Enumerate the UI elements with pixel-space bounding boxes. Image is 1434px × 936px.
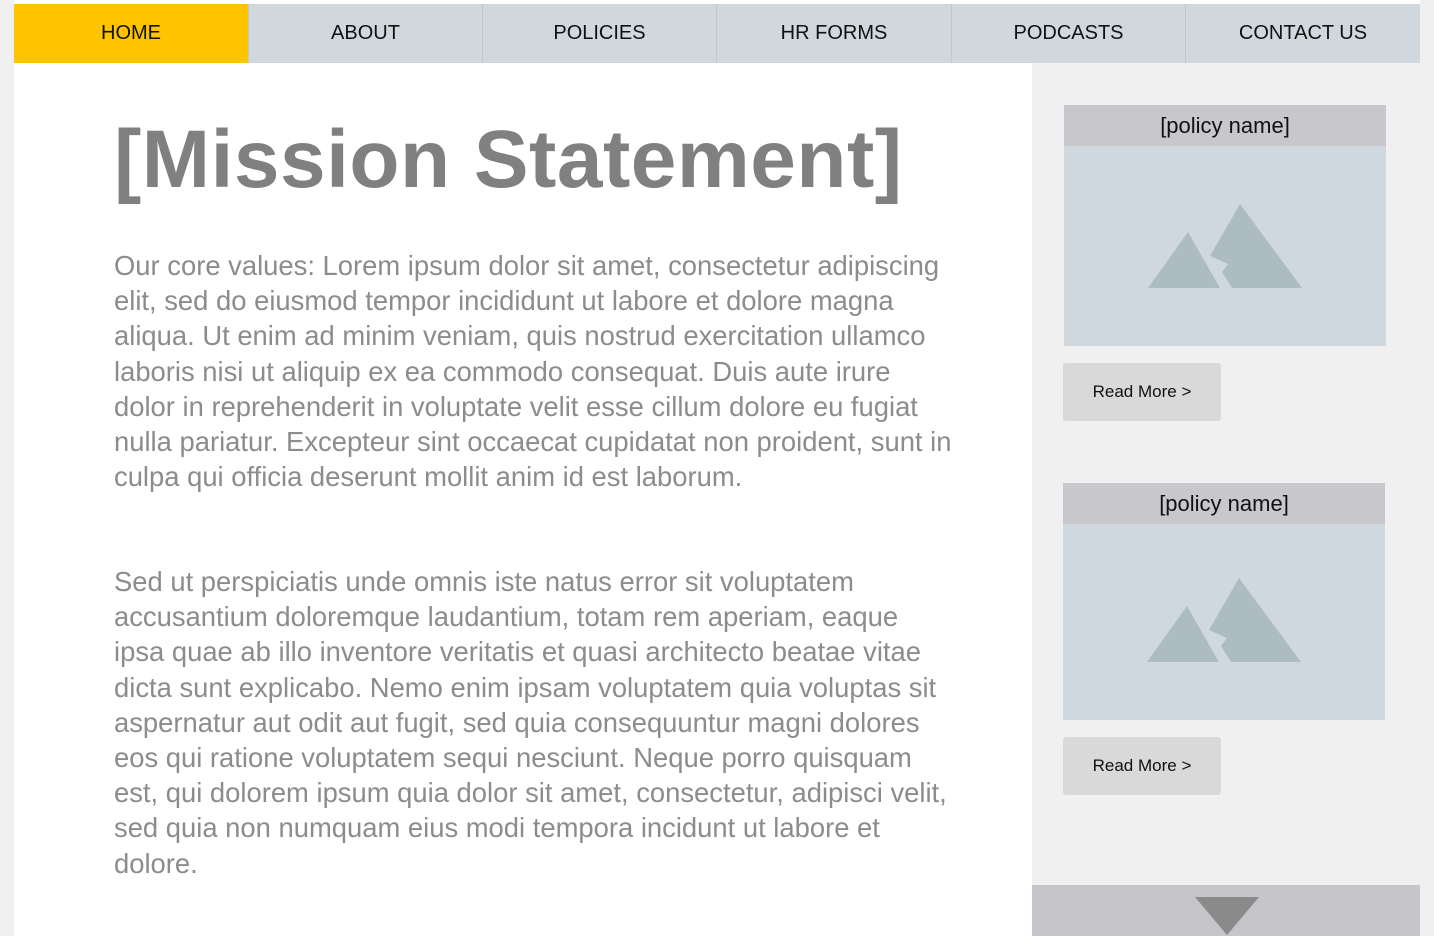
- policy-card-image: [1063, 524, 1385, 720]
- nav-item-podcasts[interactable]: PODCASTS: [951, 4, 1185, 63]
- policy-card-title: [policy name]: [1063, 483, 1385, 524]
- body-paragraph: Sed ut perspiciatis unde omnis iste natu…: [114, 566, 947, 879]
- image-placeholder-icon: [1147, 578, 1301, 662]
- page-title: [Mission Statement]: [114, 114, 903, 205]
- scroll-down-button[interactable]: [1032, 885, 1420, 936]
- page: HOME ABOUT POLICIES HR FORMS PODCASTS CO…: [14, 0, 1420, 936]
- image-placeholder-icon: [1148, 204, 1302, 288]
- policy-card-image: [1064, 146, 1386, 346]
- read-more-button[interactable]: Read More >: [1063, 363, 1221, 421]
- nav-item-hr-forms[interactable]: HR FORMS: [716, 4, 951, 63]
- core-values-paragraph: Our core values: Lorem ipsum dolor sit a…: [114, 250, 952, 493]
- nav-item-home[interactable]: HOME: [14, 4, 248, 63]
- main-content: [Mission Statement] Our core values: Lor…: [114, 110, 954, 879]
- policy-card-title: [policy name]: [1064, 105, 1386, 146]
- nav-item-about[interactable]: ABOUT: [248, 4, 482, 63]
- nav-item-contact-us[interactable]: CONTACT US: [1185, 4, 1420, 63]
- policy-card: [policy name]: [1063, 483, 1385, 720]
- policy-card: [policy name]: [1064, 105, 1386, 346]
- read-more-button[interactable]: Read More >: [1063, 737, 1221, 795]
- sidebar: [policy name] Read More > [policy name] …: [1032, 63, 1420, 936]
- top-nav: HOME ABOUT POLICIES HR FORMS PODCASTS CO…: [14, 4, 1420, 63]
- triangle-down-icon: [1195, 897, 1259, 935]
- nav-item-policies[interactable]: POLICIES: [482, 4, 716, 63]
